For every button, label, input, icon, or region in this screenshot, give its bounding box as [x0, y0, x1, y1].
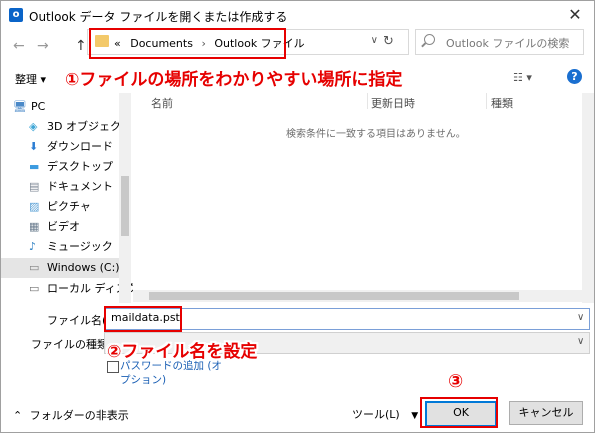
tree-item-label: デスクトップ	[47, 160, 113, 173]
tree-item[interactable]: ▭ ローカル ディスク (D	[1, 279, 154, 299]
annotation-step3: ③	[448, 371, 464, 392]
tree-item[interactable]: ▨ ピクチャ	[1, 197, 119, 217]
navigation-pane-scroll-thumb[interactable]	[121, 176, 129, 236]
tree-item-label: ピクチャ	[47, 200, 91, 213]
annotation-step1: ①ファイルの場所をわかりやすい場所に指定	[65, 70, 403, 90]
pc-icon: 🖥	[13, 100, 27, 113]
tree-item-label: ダウンロード	[47, 140, 113, 153]
tree-item[interactable]: ▬ デスクトップ	[1, 157, 119, 177]
column-header-type[interactable]: 種類	[491, 95, 513, 111]
window-title: Outlook データ ファイルを開くまたは作成する	[29, 10, 288, 24]
password-checkbox[interactable]	[107, 361, 119, 373]
tree-item-label: ドキュメント	[47, 180, 113, 193]
chevron-up-icon: ⌃	[13, 409, 23, 422]
refresh-icon[interactable]: ↻	[383, 34, 394, 49]
search-placeholder: Outlook ファイルの検索	[446, 37, 570, 50]
tree-item[interactable]: ◈ 3D オブジェクト	[1, 117, 132, 137]
column-divider[interactable]	[367, 93, 368, 109]
close-button[interactable]: ✕	[564, 5, 586, 25]
music-icon: ♪	[29, 240, 37, 253]
search-icon	[424, 34, 435, 45]
search-box[interactable]: Outlook ファイルの検索	[415, 29, 584, 55]
tree-item[interactable]: 🖥 PC	[1, 97, 119, 117]
tree-item-label: PC	[31, 100, 46, 113]
tree-item-label: ミュージック	[47, 240, 113, 253]
desktop-icon: ▬	[29, 160, 40, 173]
outlook-app-icon: o	[9, 8, 23, 22]
forward-arrow-icon[interactable]: →	[37, 38, 49, 54]
filetype-dropdown-icon[interactable]: ∨	[577, 336, 584, 347]
tree-item-label: Windows (C:)	[47, 261, 120, 274]
tree-item-label: ビデオ	[47, 220, 80, 233]
highlight-address-bar	[89, 28, 286, 59]
tree-item[interactable]: ⬇ ダウンロード	[1, 137, 119, 157]
tools-menu[interactable]: ツール(L) ▼	[352, 406, 418, 422]
highlight-filename	[104, 306, 182, 332]
view-options-icon[interactable]: ☷ ▾	[513, 71, 532, 84]
tree-item[interactable]: ▭ Windows (C:)	[1, 258, 120, 278]
documents-icon: ▤	[29, 180, 40, 193]
empty-list-message: 検索条件に一致する項目はありません。	[286, 129, 466, 140]
password-checkbox-label[interactable]: パスワードの追加 (オプション)	[120, 359, 230, 387]
3d-objects-icon: ◈	[29, 120, 38, 133]
download-icon: ⬇	[29, 140, 39, 153]
file-list-vertical-scrollbar[interactable]	[582, 93, 594, 303]
filename-dropdown-icon[interactable]: ∨	[577, 312, 584, 323]
column-header-name[interactable]: 名前	[151, 95, 173, 111]
address-dropdown-icon[interactable]: ∨	[371, 35, 378, 46]
column-divider[interactable]	[486, 93, 487, 109]
tools-label: ツール(L)	[352, 408, 400, 421]
tools-dropdown-icon: ▼	[411, 411, 419, 421]
pictures-icon: ▨	[29, 200, 40, 213]
column-header-modified[interactable]: 更新日時	[371, 95, 415, 111]
organize-button[interactable]: 整理 ▾	[15, 71, 46, 87]
tree-item[interactable]: ♪ ミュージック	[1, 237, 119, 257]
highlight-ok-button	[420, 397, 498, 428]
annotation-step2: ②ファイル名を設定	[107, 342, 258, 362]
file-dialog-window: o Outlook データ ファイルを開くまたは作成する ✕ ← → ↑ « D…	[0, 0, 595, 433]
title-bar: o Outlook データ ファイルを開くまたは作成する ✕	[1, 1, 594, 31]
drive-icon: ▭	[29, 261, 40, 274]
hide-folders-label: フォルダーの非表示	[29, 409, 129, 422]
file-list-scroll-thumb[interactable]	[149, 292, 519, 300]
cancel-button[interactable]: キャンセル	[509, 401, 583, 425]
hide-folders-button[interactable]: ⌃ フォルダーの非表示	[13, 407, 129, 423]
tree-item[interactable]: ▤ ドキュメント	[1, 177, 119, 197]
back-arrow-icon[interactable]: ←	[13, 38, 25, 54]
up-arrow-icon[interactable]: ↑	[75, 38, 87, 54]
videos-icon: ▦	[29, 220, 40, 233]
disk-icon: ▭	[29, 282, 40, 295]
help-icon[interactable]: ?	[567, 69, 582, 84]
tree-item[interactable]: ▦ ビデオ	[1, 217, 119, 237]
